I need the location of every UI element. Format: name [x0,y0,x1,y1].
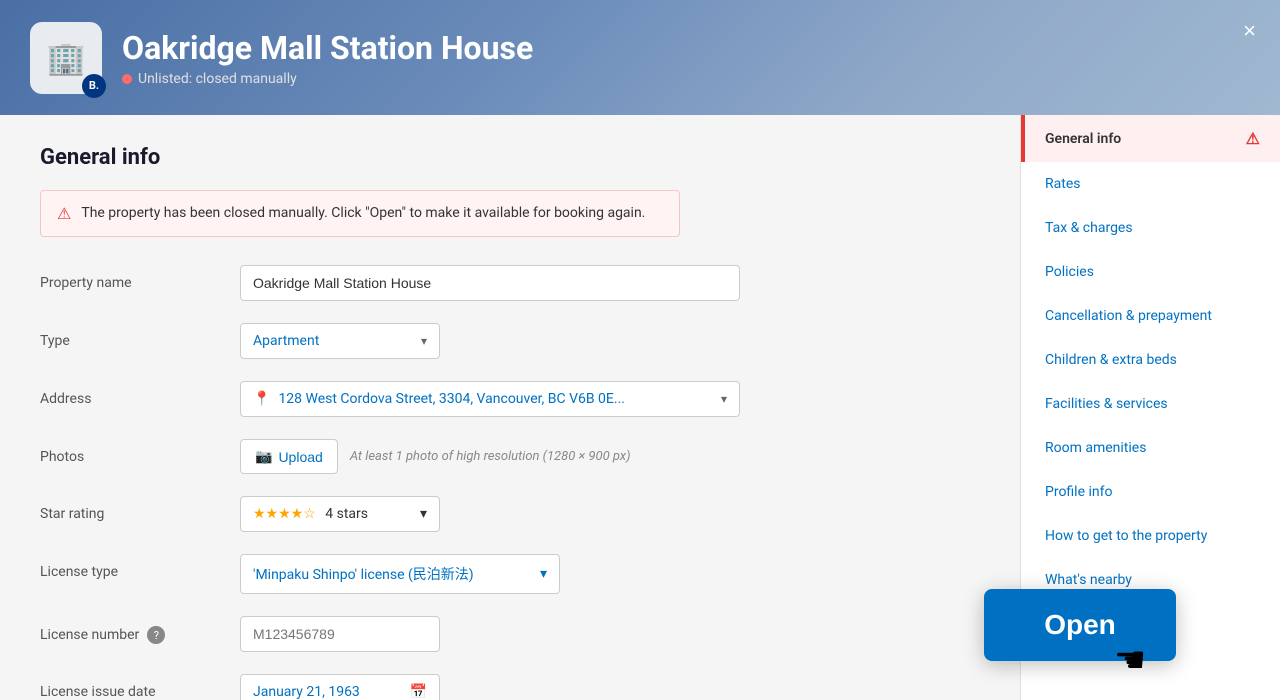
address-value: 128 West Cordova Street, 3304, Vancouver… [278,391,625,407]
address-left: 📍 128 West Cordova Street, 3304, Vancouv… [253,391,625,407]
type-value: Apartment [253,333,319,349]
sidebar-item-label: Profile info [1045,484,1112,500]
camera-icon: 📷 [255,448,272,465]
open-button[interactable]: Open [984,589,1176,661]
open-button-container: Open ☛ [984,589,1176,661]
sidebar-item-label: Tax & charges [1045,220,1133,236]
status-text: Unlisted: closed manually [138,71,297,87]
pin-icon: 📍 [253,391,270,407]
license-issue-date-wrap: January 21, 1963 📅 [240,674,740,700]
status-row: Unlisted: closed manually [122,71,533,87]
sidebar-item-label: Rates [1045,176,1080,192]
license-label-row: License number ? [40,626,240,644]
type-wrap: Apartment ▾ [240,323,740,359]
license-issue-date-picker[interactable]: January 21, 1963 📅 [240,674,440,700]
content-area: General info ⚠ The property has been clo… [0,115,1020,700]
status-dot [122,74,132,84]
popup-overlay: Open ☛ [880,550,1280,700]
license-type-label: License type [40,554,240,580]
alert-icon: ⚠ [57,204,71,223]
sidebar-item-label: Facilities & services [1045,396,1168,412]
license-type-select[interactable]: 'Minpaku Shinpo' license (民泊新法) ▾ [240,554,560,594]
license-type-wrap: 'Minpaku Shinpo' license (民泊新法) ▾ [240,554,740,594]
sidebar-item-profile-info[interactable]: Profile info [1021,470,1280,514]
photos-row: Photos 📷 Upload At least 1 photo of high… [40,439,740,474]
cursor-icon: ☛ [1114,639,1146,681]
sidebar-item-tax-charges[interactable]: Tax & charges [1021,206,1280,250]
property-name-label: Property name [40,265,240,291]
photos-controls: 📷 Upload At least 1 photo of high resolu… [240,439,740,474]
sidebar-item-policies[interactable]: Policies [1021,250,1280,294]
license-type-value: 'Minpaku Shinpo' license (民泊新法) [253,564,474,584]
type-row: Type Apartment ▾ [40,323,740,359]
sidebar-item-label: Cancellation & prepayment [1045,308,1212,324]
sidebar-item-label: Policies [1045,264,1094,280]
upload-label: Upload [278,449,322,465]
chevron-down-icon: ▾ [721,392,727,406]
brand-badge: B. [82,74,106,98]
stars-display: ★★★★☆ 4 stars [253,506,368,522]
star-rating-label: Star rating [40,496,240,522]
photo-hint: At least 1 photo of high resolution (128… [350,449,631,464]
chevron-down-icon: ▾ [540,566,547,582]
property-name-input[interactable] [240,265,740,301]
header: 🏢 B. Oakridge Mall Station House Unliste… [0,0,1280,115]
alert-banner: ⚠ The property has been closed manually.… [40,190,680,237]
property-title: Oakridge Mall Station House [122,29,533,67]
sidebar-item-rates[interactable]: Rates [1021,162,1280,206]
photos-label: Photos [40,439,240,465]
chevron-down-icon: ▾ [420,506,427,522]
property-name-row: Property name [40,265,740,301]
help-icon[interactable]: ? [147,626,165,644]
sidebar-item-label: How to get to the property [1045,528,1207,544]
address-label: Address [40,381,240,407]
type-select[interactable]: Apartment ▾ [240,323,440,359]
type-label: Type [40,323,240,349]
license-type-row: License type 'Minpaku Shinpo' license (民… [40,554,740,594]
close-button[interactable]: × [1243,18,1256,44]
star-rating-value: 4 stars [325,506,368,522]
star-rating-row: Star rating ★★★★☆ 4 stars ▾ [40,496,740,532]
property-logo: 🏢 B. [30,22,102,94]
upload-button[interactable]: 📷 Upload [240,439,338,474]
sidebar-item-label: Children & extra beds [1045,352,1177,368]
chevron-down-icon: ▾ [421,334,427,348]
star-rating-select[interactable]: ★★★★☆ 4 stars ▾ [240,496,440,532]
sidebar-item-label: Room amenities [1045,440,1146,456]
license-number-wrap [240,616,740,652]
header-title-block: Oakridge Mall Station House Unlisted: cl… [122,29,533,87]
sidebar-item-general-info[interactable]: General info ⚠ [1021,115,1280,162]
page-title: General info [40,145,980,170]
sidebar-item-facilities-services[interactable]: Facilities & services [1021,382,1280,426]
photos-wrap: 📷 Upload At least 1 photo of high resolu… [240,439,740,474]
sidebar-item-children-beds[interactable]: Children & extra beds [1021,338,1280,382]
star-rating-wrap: ★★★★☆ 4 stars ▾ [240,496,740,532]
license-issue-date-label: License issue date [40,674,240,700]
calendar-icon: 📅 [410,684,427,700]
date-value: January 21, 1963 [253,684,360,700]
sidebar-item-label: General info [1045,131,1121,147]
sidebar-item-cancellation[interactable]: Cancellation & prepayment [1021,294,1280,338]
building-icon: 🏢 [46,39,86,77]
sidebar-item-room-amenities[interactable]: Room amenities [1021,426,1280,470]
address-field[interactable]: 📍 128 West Cordova Street, 3304, Vancouv… [240,381,740,417]
address-row: Address 📍 128 West Cordova Street, 3304,… [40,381,740,417]
alert-message: The property has been closed manually. C… [81,203,645,224]
property-name-wrap [240,265,740,301]
license-number-row: License number ? [40,616,740,652]
address-wrap: 📍 128 West Cordova Street, 3304, Vancouv… [240,381,740,417]
license-number-input[interactable] [240,616,440,652]
license-number-label: License number ? [40,616,240,644]
star-icons: ★★★★☆ [253,506,316,522]
warning-icon: ⚠ [1246,129,1260,148]
license-issue-date-row: License issue date January 21, 1963 📅 [40,674,740,700]
